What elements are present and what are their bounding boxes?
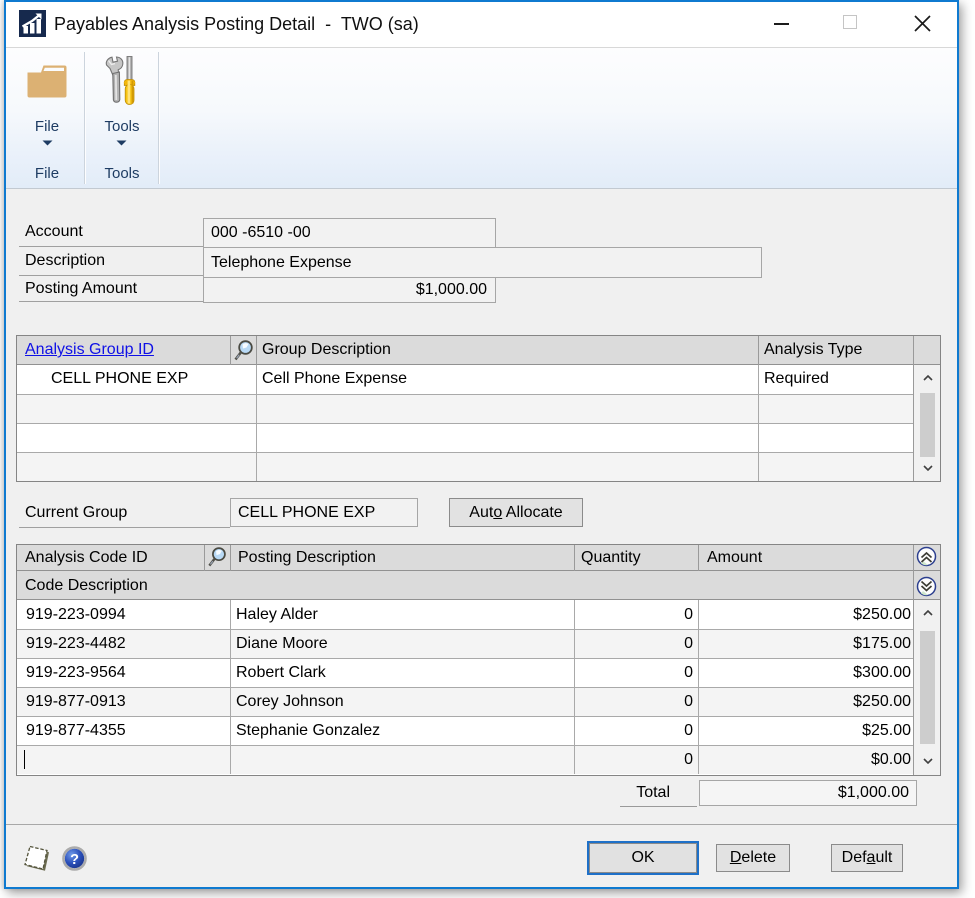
svg-text:?: ? <box>70 852 79 868</box>
